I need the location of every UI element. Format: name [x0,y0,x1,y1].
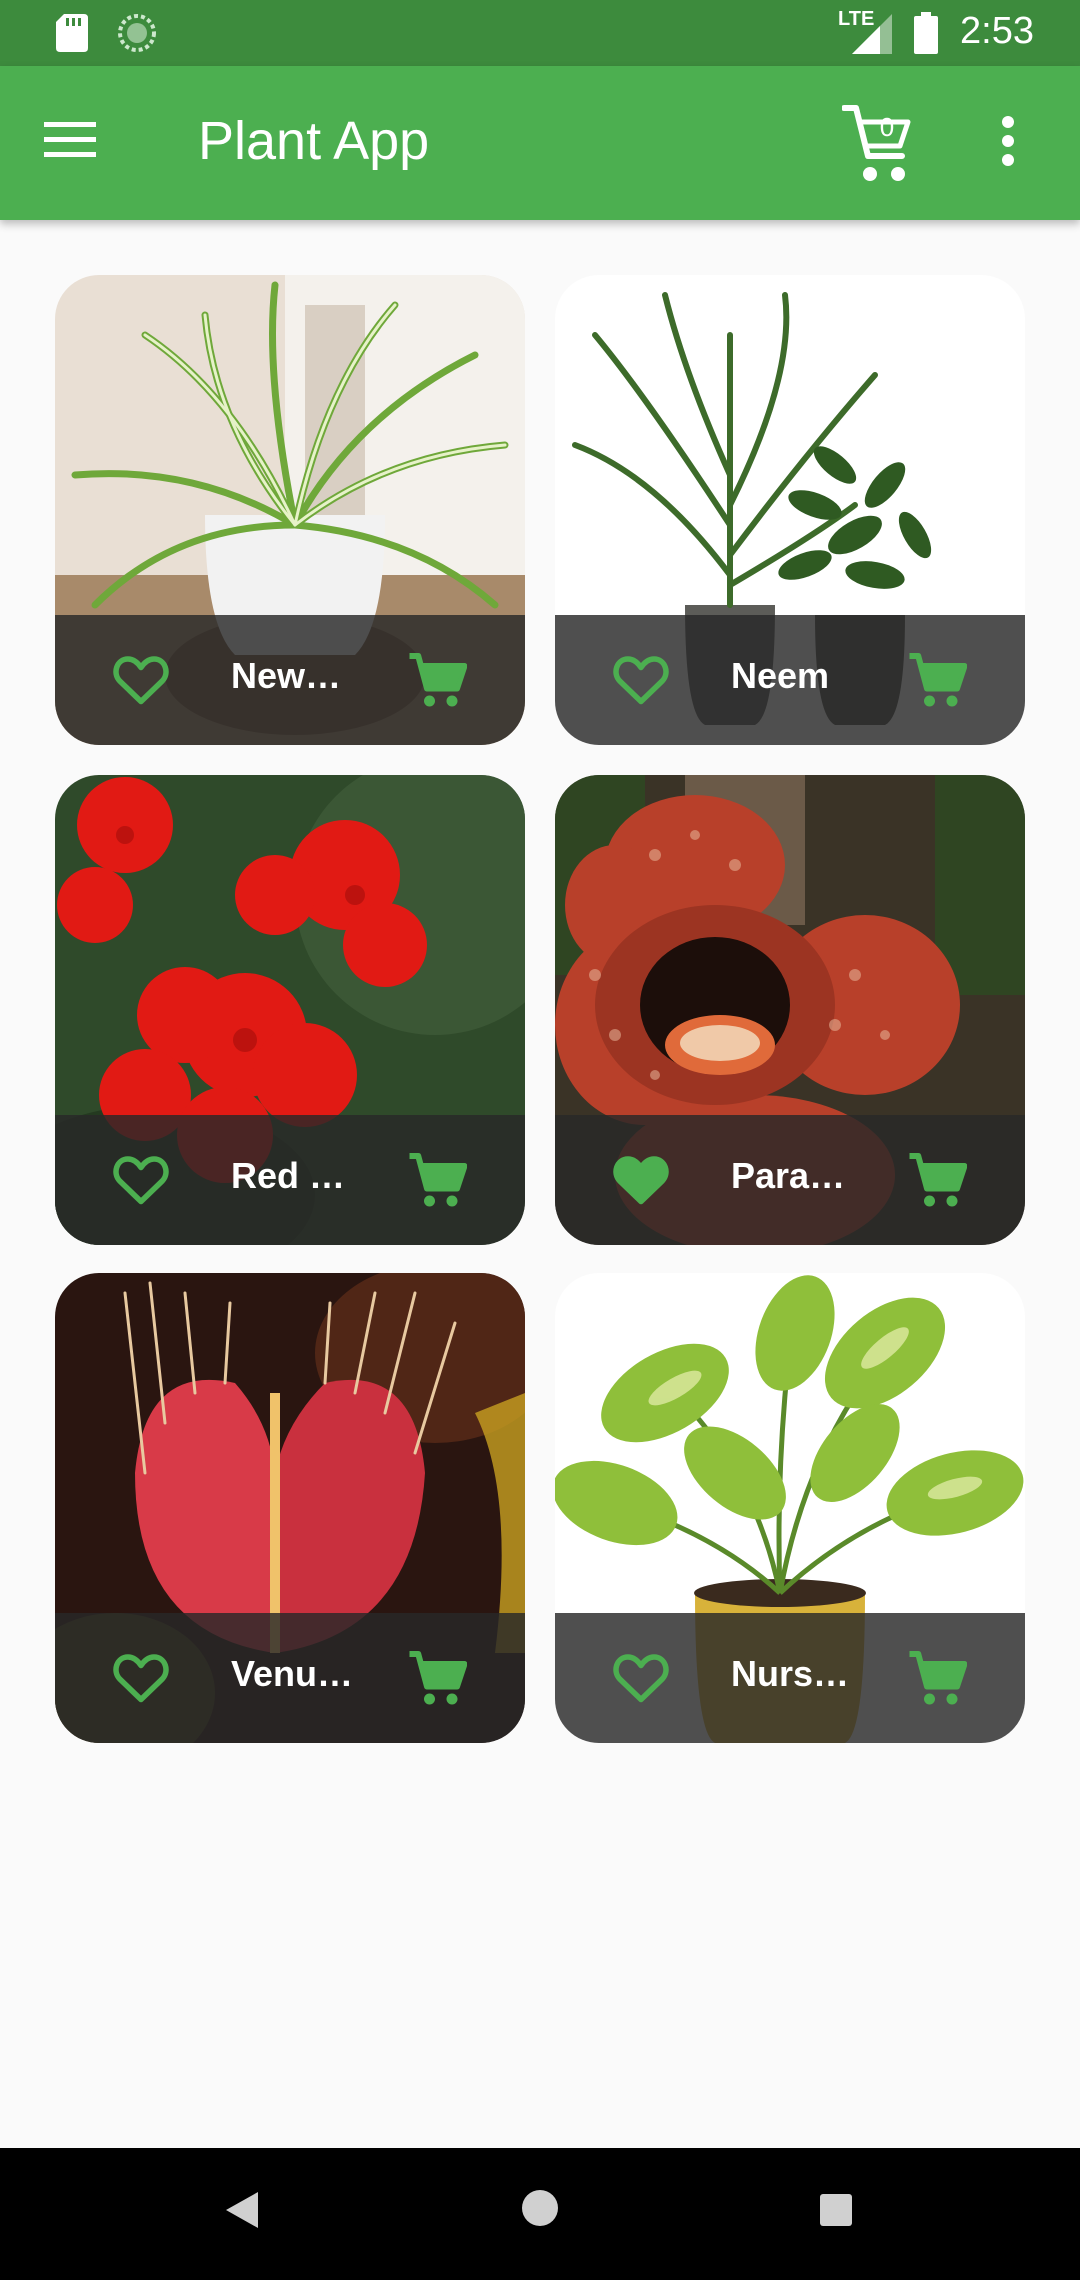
plant-card[interactable]: Para… [555,775,1025,1245]
battery-icon [914,12,938,54]
card-footer: New… [55,615,525,745]
add-to-cart-icon[interactable] [407,1151,467,1211]
plant-card[interactable]: Nurs… [555,1273,1025,1743]
cart-count-badge: 0 [879,112,895,142]
sync-icon [118,14,156,52]
favorite-icon[interactable] [111,1151,171,1207]
add-to-cart-icon[interactable] [907,651,967,711]
status-bar: LTE 2:53 [0,0,1080,66]
add-to-cart-icon[interactable] [407,651,467,711]
back-icon[interactable] [222,2188,262,2232]
card-footer: Red … [55,1115,525,1245]
card-footer: Neem [555,615,1025,745]
recents-icon[interactable] [818,2192,854,2228]
plant-name: Red … [231,1155,346,1196]
sd-card-icon [56,14,88,52]
plant-name: Neem [731,655,830,696]
app-bar: Plant App 0 [0,66,1080,220]
plant-card[interactable]: Venu… [55,1273,525,1743]
favorite-icon[interactable] [611,1649,671,1705]
signal-icon [852,14,892,54]
app-title: Plant App [198,111,430,171]
card-footer: Para… [555,1115,1025,1245]
more-options-icon[interactable] [998,116,1018,166]
card-footer: Venu… [55,1613,525,1743]
menu-icon[interactable] [44,120,96,160]
status-time: 2:53 [960,10,1034,52]
plant-card[interactable]: Neem [555,275,1025,745]
plant-name: Venu… [231,1653,354,1694]
plant-name: Nurs… [731,1653,850,1694]
plant-card[interactable]: Red … [55,775,525,1245]
favorite-filled-icon[interactable] [611,1151,671,1207]
home-icon[interactable] [520,2188,560,2228]
card-footer: Nurs… [555,1613,1025,1743]
plant-card[interactable]: New… [55,275,525,745]
favorite-icon[interactable] [111,651,171,707]
plant-name: Para… [731,1155,846,1196]
add-to-cart-icon[interactable] [907,1649,967,1709]
favorite-icon[interactable] [111,1649,171,1705]
plant-name: New… [231,655,342,696]
favorite-icon[interactable] [611,651,671,707]
add-to-cart-icon[interactable] [407,1649,467,1709]
navigation-bar [0,2148,1080,2280]
add-to-cart-icon[interactable] [907,1151,967,1211]
